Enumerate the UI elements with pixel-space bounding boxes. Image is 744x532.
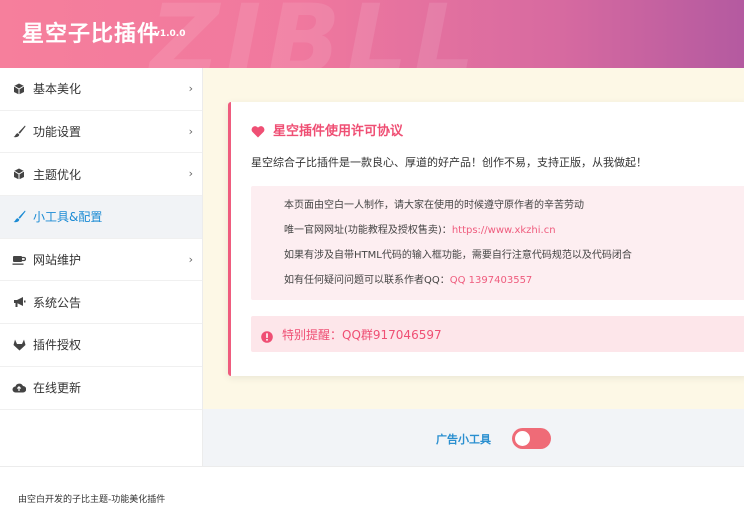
paintbrush-icon <box>12 210 26 224</box>
sidebar-item-site-maintenance[interactable]: 网站维护 › <box>0 239 202 282</box>
notice-intro: 星空综合子比插件是一款良心、厚道的好产品！创作不易，支持正版，从我做起！ <box>251 156 647 169</box>
notice-title: 星空插件使用许可协议 <box>273 124 404 139</box>
paintbrush-icon <box>12 125 26 139</box>
sidebar-item-label: 系统公告 <box>33 295 82 310</box>
chevron-right-icon: › <box>188 167 193 181</box>
alert-text: 特别提醒：QQ群917046597 <box>282 327 442 342</box>
chevron-right-icon: › <box>188 81 193 95</box>
main-content: 星空插件使用许可协议 星空综合子比插件是一款良心、厚道的好产品！创作不易，支持正… <box>203 68 744 409</box>
cube-icon <box>12 82 26 96</box>
sidebar-item-widgets-config[interactable]: 小工具&配置 <box>0 196 202 239</box>
ad-widget-toggle[interactable] <box>512 428 551 449</box>
sidebar-item-label: 主题优化 <box>33 167 82 182</box>
info-line: 如有任何疑问问题可以联系作者QQ：QQ 1397403557 <box>284 271 744 296</box>
megaphone-icon <box>12 295 26 309</box>
info-circle-icon <box>261 328 273 343</box>
heart-icon <box>251 123 265 137</box>
sidebar-item-label: 功能设置 <box>33 125 82 140</box>
sidebar-item-license[interactable]: 插件授权 <box>0 324 202 367</box>
info-line-text: 如有任何疑问问题可以联系作者QQ： <box>284 275 450 286</box>
cloud-upload-icon <box>12 381 26 395</box>
sidebar-item-feature-settings[interactable]: 功能设置 › <box>0 111 202 154</box>
cube-icon <box>12 167 26 181</box>
notice-info-box: 本页面由空白一人制作，请大家在使用的时候遵守原作者的辛苦劳动 唯一官网网址(功能… <box>251 186 744 300</box>
sidebar-item-label: 网站维护 <box>33 253 82 268</box>
footer-text: 由空白开发的子比主题-功能美化插件 <box>18 495 166 505</box>
info-line-text: 唯一官网网址(功能教程及授权售卖)： <box>284 225 452 236</box>
license-notice-card: 星空插件使用许可协议 星空综合子比插件是一款良心、厚道的好产品！创作不易，支持正… <box>228 102 744 376</box>
chevron-right-icon: › <box>188 252 193 266</box>
ad-widget-label: 广告小工具 <box>436 433 491 446</box>
chevron-right-icon: › <box>188 124 193 138</box>
sidebar-item-announcement[interactable]: 系统公告 <box>0 281 202 325</box>
special-reminder-alert: 特别提醒：QQ群917046597 <box>251 316 744 352</box>
sidebar-item-label: 小工具&配置 <box>33 210 103 225</box>
info-line: 如果有涉及自带HTML代码的输入框功能，需要自行注意代码规范以及代码闭合 <box>284 250 632 261</box>
sidebar-item-label: 在线更新 <box>33 381 82 396</box>
header-watermark: ZIBLL <box>150 0 481 68</box>
page-footer: 由空白开发的子比主题-功能美化插件 <box>0 466 744 532</box>
sidebar-item-label: 插件授权 <box>33 338 82 353</box>
sidebar-item-online-update[interactable]: 在线更新 <box>0 367 202 410</box>
sidebar-item-theme-optimize[interactable]: 主题优化 › <box>0 153 202 197</box>
sidebar: 基本美化 › 功能设置 › 主题优化 › 小工具&配置 网站维护 › 系统公告 <box>0 68 203 466</box>
app-title: 星空子比插件 <box>22 22 161 47</box>
notice-header: 星空插件使用许可协议 <box>251 120 403 139</box>
author-qq-link[interactable]: QQ 1397403557 <box>450 275 533 286</box>
gitlab-fox-icon <box>12 338 26 352</box>
sidebar-item-label: 基本美化 <box>33 82 82 97</box>
coffee-cup-icon <box>12 253 26 267</box>
official-site-link[interactable]: https://www.xkzhi.cn <box>452 225 556 236</box>
info-line: 唯一官网网址(功能教程及授权售卖)：https://www.xkzhi.cn <box>284 221 744 246</box>
app-header: ZIBLL 星空子比插件 v1.0.0 <box>0 0 744 68</box>
sidebar-item-basic-beautify[interactable]: 基本美化 › <box>0 68 202 111</box>
version-badge: v1.0.0 <box>154 29 186 39</box>
ad-widget-setting-row: 广告小工具 <box>203 409 744 466</box>
info-line: 本页面由空白一人制作，请大家在使用的时候遵守原作者的辛苦劳动 <box>284 200 584 211</box>
toggle-knob <box>515 431 530 446</box>
